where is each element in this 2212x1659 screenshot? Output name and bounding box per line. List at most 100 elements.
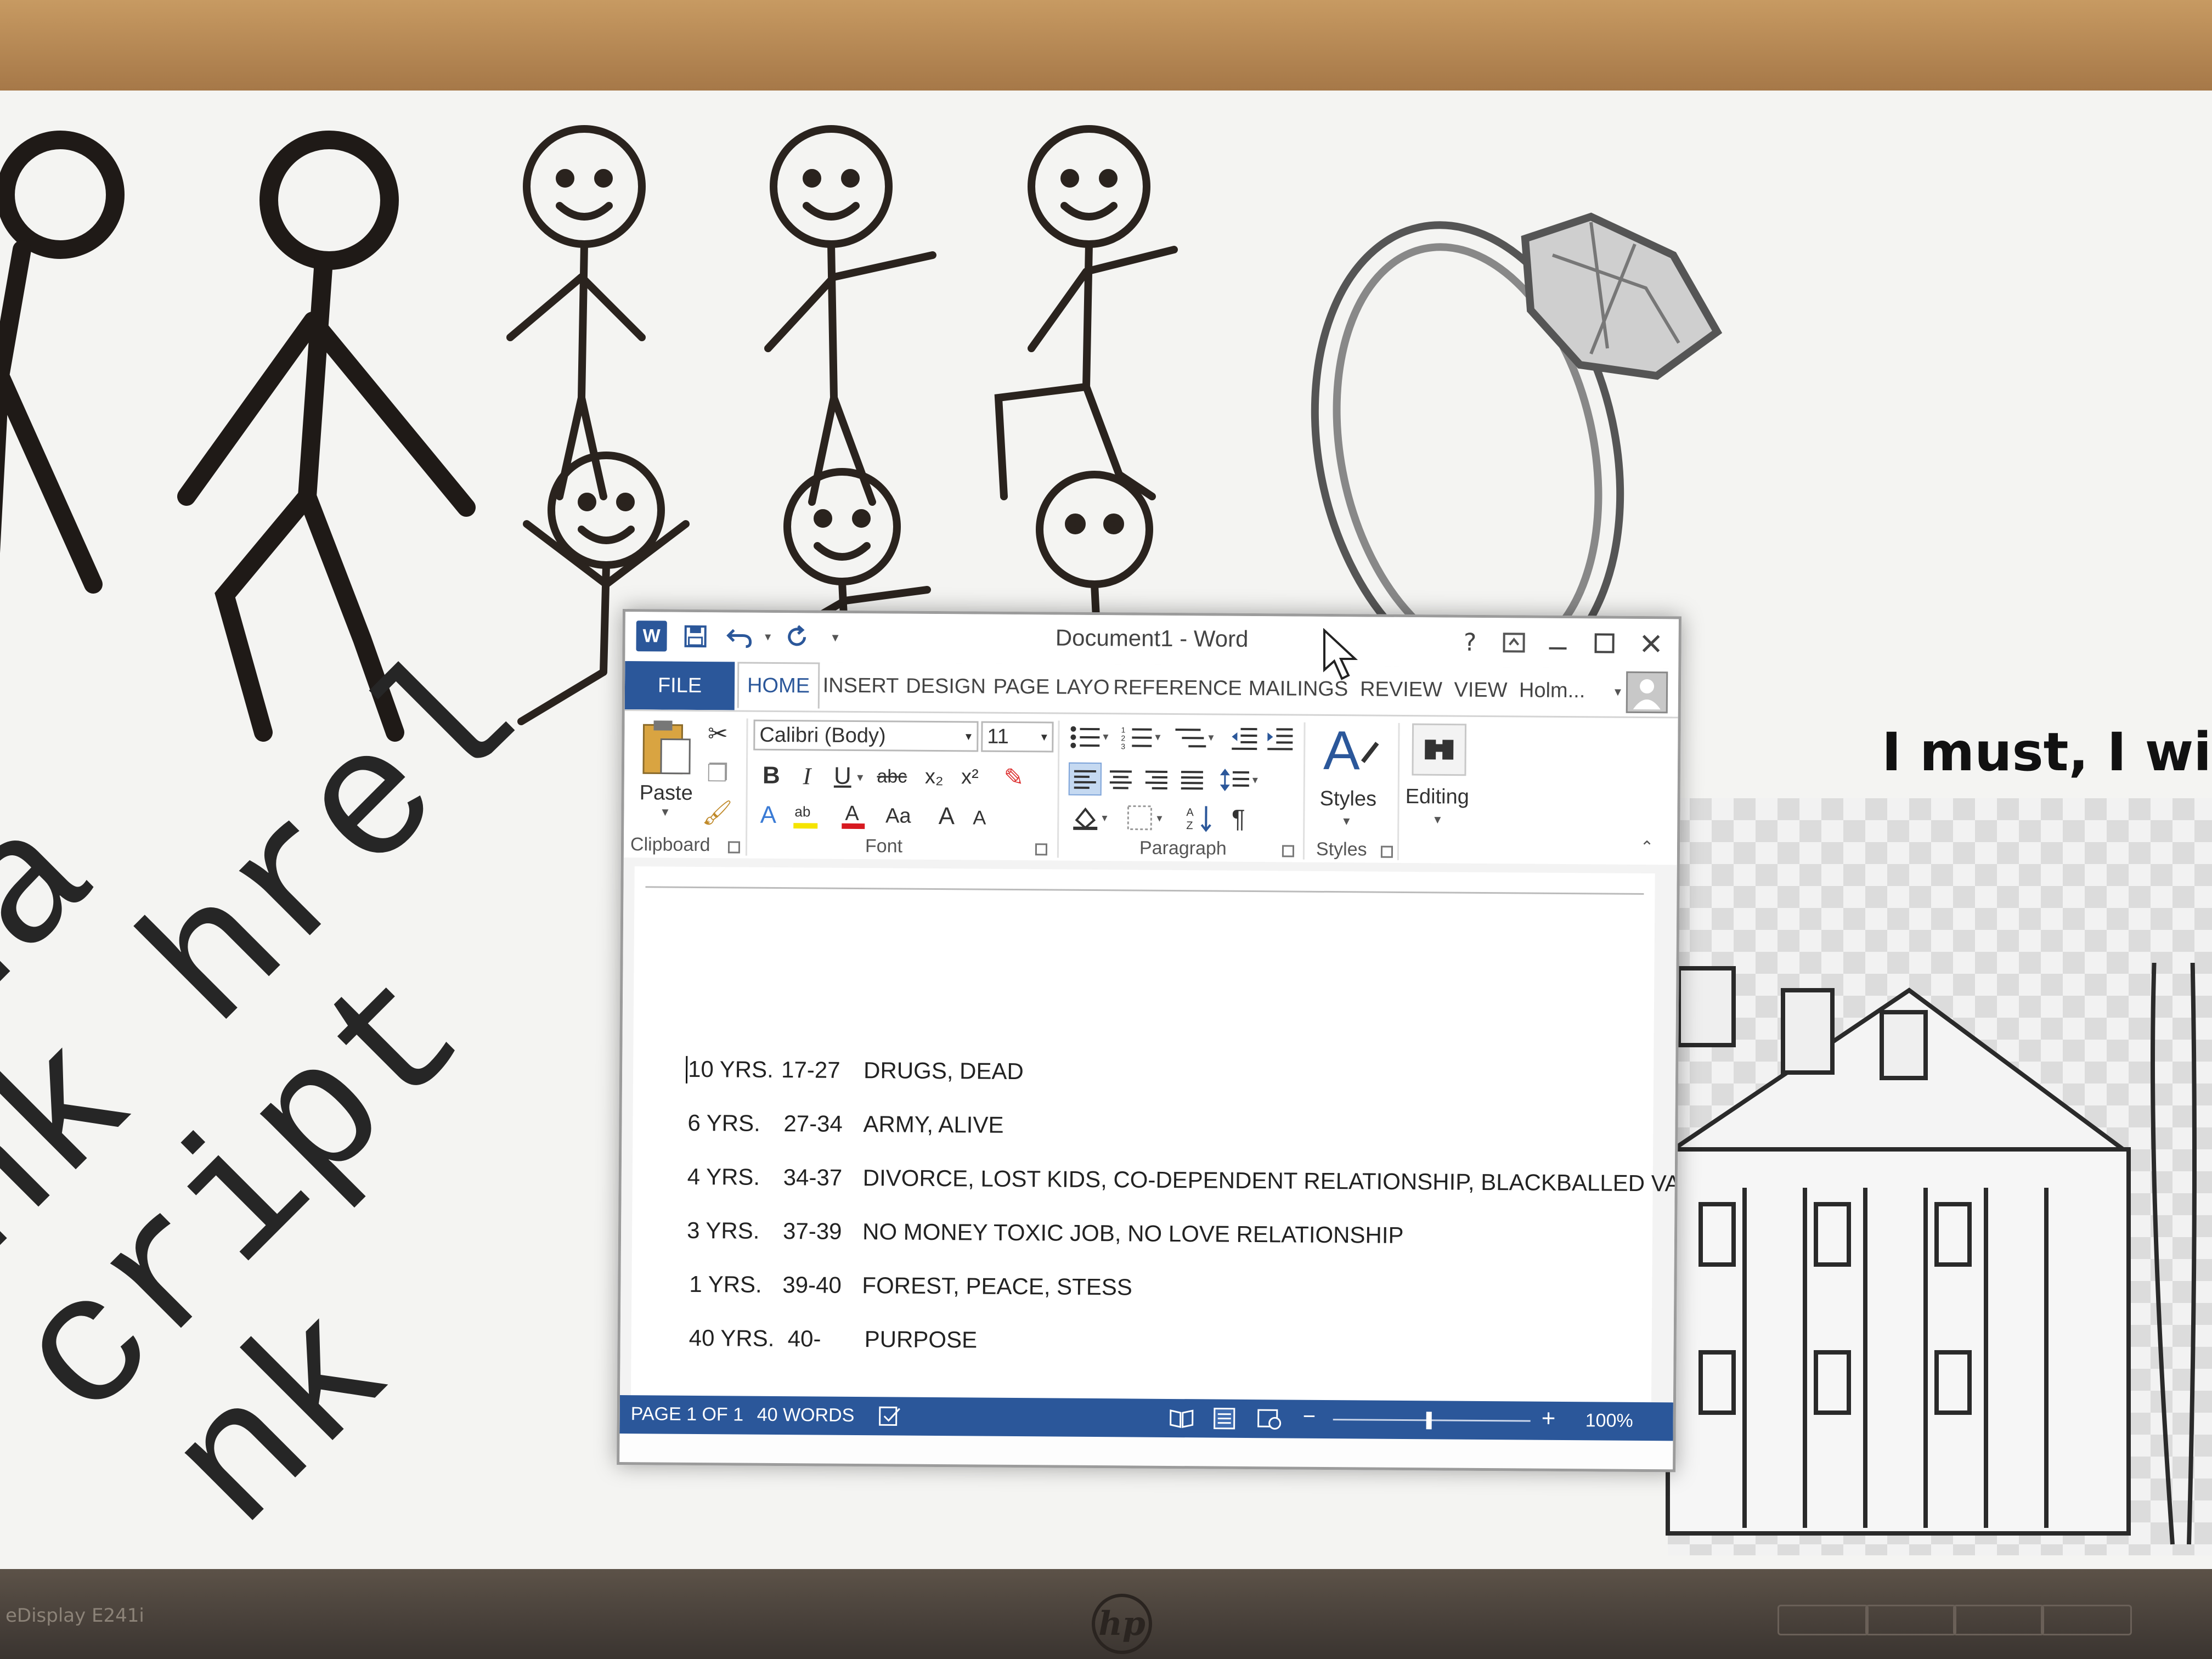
document-area[interactable]: 10 YRS. 17-27 DRUGS, DEAD 6 YRS. 27-34 A… — [619, 857, 1680, 1403]
zoom-level[interactable]: 100% — [1585, 1410, 1633, 1432]
collapse-ribbon-icon[interactable]: ⌃ — [1633, 836, 1661, 858]
title-bar[interactable]: W ▾ ▾ Document1 - Word ? — [625, 612, 1679, 669]
cut-icon[interactable]: ✂ — [701, 717, 734, 750]
font-size-dropdown-icon[interactable]: ▾ — [1036, 724, 1052, 750]
paste-button[interactable]: Paste — [640, 781, 693, 805]
paste-dropdown-icon[interactable]: ▾ — [657, 803, 673, 820]
notes-cell: FOREST, PEACE, STESS — [862, 1272, 1133, 1300]
styles-dropdown-icon[interactable]: ▾ — [1338, 812, 1355, 829]
word-count[interactable]: 40 WORDS — [757, 1404, 855, 1426]
notes-cell: DIVORCE, LOST KIDS, CO-DEPENDENT RELATIO… — [862, 1165, 1680, 1197]
paste-icon[interactable] — [635, 716, 696, 777]
editing-dropdown-icon[interactable]: ▾ — [1429, 811, 1446, 827]
multilevel-list-icon[interactable]: ▾ — [1170, 723, 1220, 754]
monitor-hardware-button[interactable] — [1865, 1605, 1956, 1635]
age-range-cell: 17-27 — [781, 1057, 840, 1083]
mansion-sketch-front — [1666, 963, 2197, 1545]
styles-icon[interactable]: A — [1313, 721, 1385, 782]
show-formatting-marks-icon[interactable]: ¶ — [1222, 803, 1255, 834]
align-center-icon[interactable] — [1104, 763, 1137, 795]
document-page[interactable]: 10 YRS. 17-27 DRUGS, DEAD 6 YRS. 27-34 A… — [630, 866, 1680, 1403]
account-dropdown-icon[interactable]: ▾ — [1610, 678, 1626, 706]
print-layout-icon[interactable] — [1212, 1408, 1237, 1435]
years-cell: 10 YRS. — [687, 1056, 774, 1082]
page-count[interactable]: PAGE 1 OF 1 — [631, 1403, 744, 1425]
svg-text:ab: ab — [794, 803, 810, 820]
clipboard-launcher-icon[interactable] — [727, 841, 741, 854]
italic-button[interactable]: I — [792, 760, 822, 791]
shading-icon[interactable]: ▾ — [1068, 802, 1118, 833]
editing-button[interactable]: Editing — [1405, 785, 1469, 809]
clear-formatting-icon[interactable]: ✎ — [997, 762, 1030, 793]
decrease-indent-icon[interactable] — [1228, 723, 1261, 754]
years-cell: 40 YRS. — [689, 1324, 775, 1351]
minimize-icon[interactable] — [1536, 623, 1580, 664]
group-divider — [1057, 720, 1060, 858]
avatar[interactable] — [1626, 671, 1668, 714]
stick-figure-large-1 — [0, 131, 125, 594]
justify-icon[interactable] — [1176, 763, 1209, 796]
svg-text:1: 1 — [1121, 725, 1125, 734]
styles-launcher-icon[interactable] — [1380, 845, 1393, 858]
tab-design[interactable]: DESIGN — [902, 663, 990, 710]
borders-icon[interactable]: ▾ — [1123, 802, 1172, 833]
age-range-cell: 34-37 — [783, 1164, 843, 1190]
line-spacing-icon[interactable]: ▾ — [1217, 764, 1266, 797]
tab-page-layout[interactable]: PAGE LAYO — [990, 664, 1114, 711]
read-mode-icon[interactable] — [1169, 1407, 1195, 1434]
superscript-button[interactable]: x² — [953, 761, 986, 792]
svg-text:Z: Z — [1186, 820, 1193, 832]
sort-icon[interactable]: AZ — [1183, 803, 1216, 833]
notes-cell: NO MONEY TOXIC JOB, NO LOVE RELATIONSHIP — [862, 1218, 1404, 1248]
align-left-icon[interactable] — [1068, 762, 1102, 796]
strikethrough-button[interactable]: abc — [870, 761, 914, 792]
align-right-icon[interactable] — [1140, 763, 1173, 796]
styles-button[interactable]: Styles — [1319, 787, 1376, 811]
tab-view[interactable]: VIEW — [1448, 667, 1514, 714]
close-icon[interactable] — [1629, 623, 1673, 664]
monitor-hardware-button[interactable] — [1778, 1605, 1869, 1635]
help-button[interactable]: ? — [1448, 622, 1492, 663]
grow-font-button[interactable]: A — [931, 801, 962, 832]
monitor-hardware-button[interactable] — [2041, 1605, 2132, 1635]
tab-insert[interactable]: INSERT — [820, 663, 902, 709]
font-launcher-icon[interactable] — [1035, 843, 1048, 856]
maximize-icon[interactable] — [1582, 623, 1627, 664]
zoom-out-button[interactable]: − — [1303, 1404, 1316, 1429]
tab-home[interactable]: HOME — [737, 662, 820, 709]
underline-dropdown-icon[interactable]: ▾ — [854, 766, 867, 788]
change-case-button[interactable]: Aa — [876, 800, 920, 832]
font-name-dropdown-icon[interactable]: ▾ — [960, 723, 977, 749]
age-range-cell: 27-34 — [783, 1110, 843, 1137]
binoculars-icon[interactable] — [1409, 722, 1470, 777]
monitor-model-label: eDisplay E241i — [5, 1605, 144, 1627]
user-account-name[interactable]: Holm... — [1519, 667, 1585, 714]
font-name-select[interactable]: Calibri (Body) — [753, 719, 979, 752]
text-highlight-icon[interactable]: ab — [788, 800, 827, 831]
monitor-hardware-button[interactable] — [1953, 1605, 2044, 1635]
monitor-top-bezel — [0, 0, 2212, 91]
format-painter-icon[interactable]: 🖌 — [701, 796, 733, 829]
tab-review[interactable]: REVIEW — [1355, 666, 1448, 713]
word-window[interactable]: W ▾ ▾ Document1 - Word ? FILE HOME INSER… — [617, 609, 1681, 1472]
text-effects-icon[interactable]: A — [753, 800, 783, 831]
tab-references[interactable]: REFERENCE — [1113, 664, 1243, 712]
copy-icon[interactable]: ❐ — [701, 757, 734, 789]
ribbon-display-icon[interactable] — [1492, 622, 1536, 663]
web-layout-icon[interactable] — [1256, 1408, 1283, 1435]
numbering-icon[interactable]: 1 2 3 ▾ — [1118, 722, 1167, 753]
paragraph-launcher-icon[interactable] — [1282, 845, 1295, 857]
shrink-font-button[interactable]: A — [964, 803, 995, 832]
group-divider — [1397, 723, 1400, 860]
zoom-slider-handle[interactable] — [1426, 1412, 1432, 1430]
bold-button[interactable]: B — [756, 760, 787, 791]
clipboard-group-label: Clipboard — [630, 834, 710, 856]
proofing-icon[interactable] — [878, 1405, 902, 1432]
increase-indent-icon[interactable] — [1263, 723, 1296, 754]
subscript-button[interactable]: x₂ — [918, 761, 951, 792]
zoom-in-button[interactable]: + — [1542, 1405, 1556, 1432]
bullets-icon[interactable]: ▾ — [1066, 722, 1115, 753]
svg-text:▾: ▾ — [1103, 731, 1108, 743]
font-color-icon[interactable]: A — [838, 800, 868, 831]
tab-file[interactable]: FILE — [624, 661, 735, 710]
